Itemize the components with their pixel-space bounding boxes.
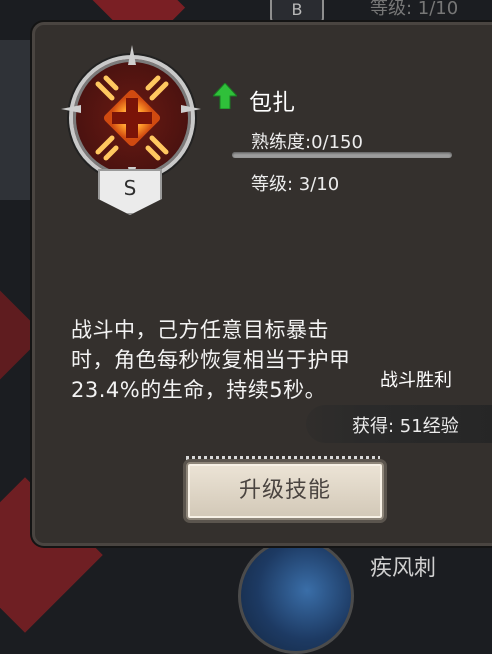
proficiency-label: 熟练度:0/150	[251, 132, 363, 153]
victory-reward-text: 获得: 51经验	[352, 416, 459, 437]
bandage-cross-icon	[95, 75, 169, 161]
skill-icon	[61, 45, 201, 187]
background-rank-badge: B	[270, 0, 324, 24]
background-skill-name: 疾风刺	[370, 556, 437, 581]
background-level-text: 等级: 1/10	[370, 0, 459, 19]
button-divider	[186, 456, 380, 460]
victory-title: 战斗胜利	[380, 370, 452, 391]
green-up-arrow-icon	[213, 83, 237, 109]
skill-level-label: 等级: 3/10	[251, 174, 340, 195]
background-skill-icon[interactable]	[238, 538, 354, 654]
proficiency-bar	[232, 152, 452, 158]
description-line: 战斗中，己方任意目标暴击	[71, 318, 329, 342]
skill-name: 包扎	[249, 90, 295, 116]
upgrade-skill-button[interactable]: 升级技能	[186, 462, 384, 520]
skill-rank-tag: S	[98, 169, 162, 215]
